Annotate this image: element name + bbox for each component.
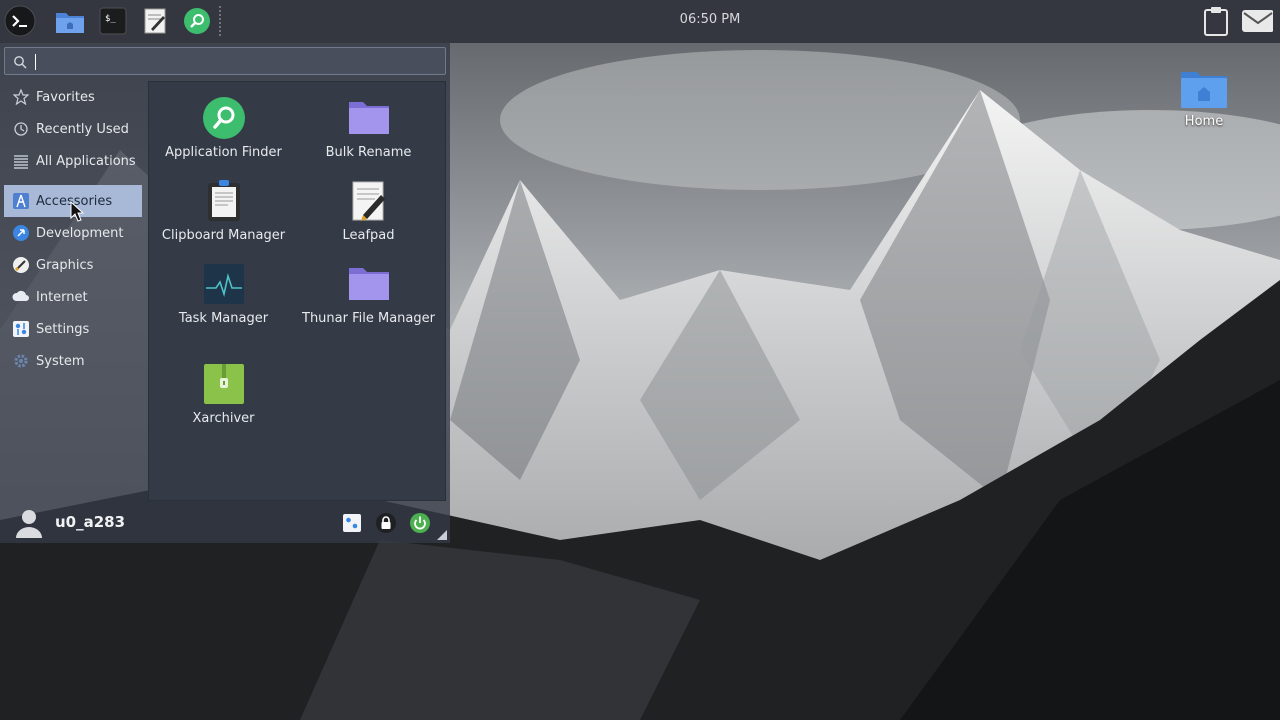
app-label: Clipboard Manager [161,228,286,243]
app-finder-launcher[interactable] [181,5,213,37]
text-editor-launcher[interactable] [139,5,171,37]
top-panel: $_ 06:50 PM [0,0,1280,43]
desktop-icon-home[interactable]: Home [1168,68,1240,129]
resize-grip-icon[interactable] [437,530,447,540]
graphics-icon [10,254,32,276]
terminal-launcher[interactable]: $_ [97,5,129,37]
category-settings[interactable]: Settings [4,313,142,345]
menu-footer: u0_a283 [0,503,450,543]
app-leafpad[interactable]: Leafpad [296,179,441,244]
home-folder-icon [1181,72,1227,108]
category-label: Favorites [36,89,95,105]
panel-separator [219,6,221,37]
category-internet[interactable]: Internet [4,281,142,313]
terminal-icon: $_ [99,7,127,35]
category-graphics[interactable]: Graphics [4,249,142,281]
task-manager-icon [203,264,244,304]
settings-icon [10,318,32,340]
category-label: Settings [36,321,90,337]
development-icon [10,222,32,244]
file-manager-icon [56,13,84,33]
category-label: All Applications [36,153,136,169]
mail-tray[interactable] [1241,5,1273,37]
folder-icon [348,268,389,300]
app-label: Leafpad [342,228,395,243]
desktop-icon-label: Home [1184,114,1224,129]
app-label: Application Finder [165,145,282,160]
settings-manager-button[interactable] [340,511,364,535]
mouse-pointer-icon [70,201,84,222]
search-icon [14,56,27,69]
app-bulk-rename[interactable]: Bulk Rename [296,96,441,161]
history-icon [10,118,32,140]
app-label: Thunar File Manager [302,311,435,326]
file-manager-launcher[interactable] [54,5,86,37]
category-recently-used[interactable]: Recently Used [4,113,142,145]
app-finder-icon [202,97,245,139]
app-finder-icon [184,8,210,34]
archive-icon [203,364,244,404]
category-spacer [4,177,142,185]
lock-screen-button[interactable] [374,511,398,535]
category-label: Graphics [36,257,94,273]
accessories-icon [10,190,32,212]
search-box[interactable] [4,47,446,75]
internet-icon [10,286,32,308]
application-menu: Favorites Recently Used All Applications… [0,43,450,543]
category-label: Internet [36,289,88,305]
app-task-manager[interactable]: Task Manager [151,262,296,327]
star-icon [10,86,32,108]
category-label: System [36,353,85,369]
app-label: Bulk Rename [325,145,412,160]
clock[interactable]: 06:50 PM [660,12,760,27]
lock-icon [376,513,396,533]
application-grid: Application Finder Bulk Rename Clipboard… [148,81,446,501]
app-label: Task Manager [178,311,269,326]
category-favorites[interactable]: Favorites [4,81,142,113]
app-application-finder[interactable]: Application Finder [151,96,296,161]
username: u0_a283 [55,513,126,531]
search-input[interactable] [31,51,431,71]
terminal-menu-icon [4,5,36,37]
app-label: Xarchiver [192,411,255,426]
text-caret [35,54,36,70]
folder-icon [348,102,389,134]
mail-icon [1242,10,1273,32]
app-clipboard-manager[interactable]: Clipboard Manager [151,179,296,244]
text-editor-icon [144,8,166,34]
app-xarchiver[interactable]: Xarchiver [151,362,296,427]
category-list: Favorites Recently Used All Applications… [4,81,142,377]
svg-text:$_: $_ [105,14,116,24]
user-avatar-icon [16,510,42,538]
app-thunar-file-manager[interactable]: Thunar File Manager [296,262,441,327]
log-out-button[interactable] [408,511,432,535]
clipboard-icon [207,180,240,221]
list-icon [10,150,32,172]
category-label: Development [36,225,124,241]
category-all-applications[interactable]: All Applications [4,145,142,177]
power-icon [410,513,430,533]
clipboard-tray[interactable] [1200,5,1232,37]
whisker-menu-button[interactable] [4,5,36,37]
settings-icon [343,514,361,532]
category-label: Recently Used [36,121,129,137]
clipboard-tray-icon [1204,7,1228,36]
category-system[interactable]: System [4,345,142,377]
system-icon [10,350,32,372]
text-editor-icon [352,181,385,221]
